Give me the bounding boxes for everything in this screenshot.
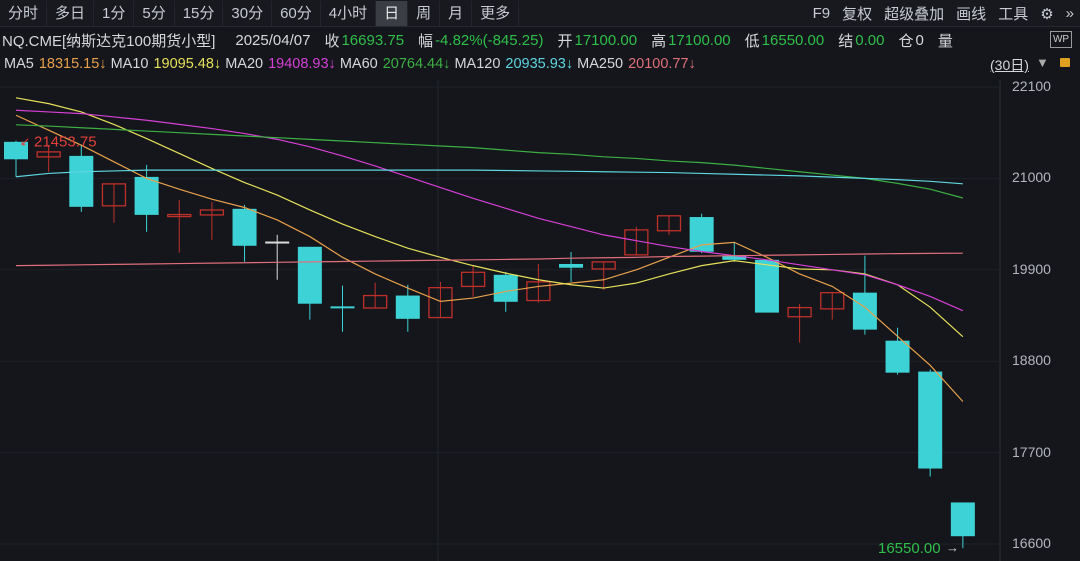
ma-legend-name: MA10 [110,56,149,72]
y-tick-label: 18800 [1012,352,1051,369]
expand-icon[interactable]: » [1060,5,1080,22]
ma-legend-value: 20935.93↓ [505,56,574,72]
y-tick-label: 19900 [1012,260,1051,277]
candle-body [950,502,975,537]
y-tick-label: 22100 [1012,78,1051,94]
tab-5[interactable]: 30分 [223,0,273,26]
candle-body [852,292,877,330]
candle-body [134,176,159,215]
tab-11[interactable]: 更多 [472,0,520,26]
quote-info-row: NQ.CME[纳斯达克100期货小型] 2025/04/07 收 16693.75… [0,28,1080,52]
candle-body [395,295,420,319]
candle-body [918,371,943,469]
tab-10[interactable]: 月 [440,0,473,26]
tab-3[interactable]: 5分 [134,0,175,26]
gear-icon[interactable]: ⚙ [1034,5,1059,23]
symbol-name: NQ.CME[纳斯达克100期货小型] [2,32,216,50]
candle-body [265,241,290,244]
oi-value: 0 [915,31,924,49]
tool-f9[interactable]: F9 [807,5,837,22]
ma-legend-value: 20764.44↓ [382,56,451,72]
tab-6[interactable]: 60分 [272,0,321,26]
candle-body [689,217,714,252]
ma-legend-value: 19095.48↓ [153,56,222,72]
y-tick-label: 21000 [1012,169,1051,186]
arrow-left-icon: ↙ [20,135,30,149]
max-price-label: 21453.75 [34,134,97,151]
ma-legend-name: MA20 [225,56,264,72]
high-value: 17100.00 [668,31,731,49]
volume-label: 量 [937,32,953,50]
tab-7[interactable]: 4小时 [321,0,377,26]
period-days-selector[interactable]: (30日) [990,55,1029,75]
quote-date: 2025/04/07 [235,31,311,49]
ma-legend-name: MA120 [454,56,501,72]
settle-value: 0.00 [855,31,885,49]
tool-draw[interactable]: 画线 [950,3,992,24]
candlestick-chart: 21453.75 ↙ 16550.00 → [0,80,1001,561]
open-value: 17100.00 [574,31,638,49]
ma-legend-name: MA250 [577,56,624,72]
lock-icon[interactable] [1060,58,1070,67]
tab-4[interactable]: 15分 [175,0,224,26]
wp-icon[interactable]: WP [1050,31,1072,48]
toolbar: F9 复权 超级叠加 画线 工具 ⚙ » [807,0,1080,27]
low-label: 低 [744,32,760,50]
open-label: 开 [557,32,573,50]
candle-body [559,263,584,268]
candle-body [330,306,355,309]
tab-1[interactable]: 多日 [47,0,95,26]
ma-legend-name: MA60 [339,56,378,72]
ma-line-ma5 [15,114,964,402]
settle-label: 结 [838,32,854,50]
candle-body [69,155,94,207]
candle-body [232,208,257,246]
candle-body [754,259,779,313]
ma-legend-value: 20100.77↓ [628,56,696,72]
tab-8[interactable]: 日 [376,0,409,26]
triangle-down-icon[interactable]: ▼ [1036,55,1049,70]
close-label: 收 [324,32,340,50]
tool-overlay[interactable]: 超级叠加 [878,3,950,24]
high-label: 高 [651,32,667,50]
y-tick-label: 16600 [1012,535,1051,551]
ma-legend-value: 19408.93↓ [268,56,336,72]
tool-tools[interactable]: 工具 [992,3,1034,24]
tab-2[interactable]: 1分 [94,0,135,26]
change-value: -4.82%(-845.25) [435,31,544,49]
arrow-right-icon: → [946,540,959,555]
ma-legend: MA5 18315.15↓ MA10 19095.48↓ MA20 19408.93↓ MA… [0,53,1080,75]
candle-body [297,246,322,304]
close-value: 16693.75 [341,31,405,49]
candle-body [885,340,910,373]
low-value: 16550.00 [761,31,825,49]
oi-label: 仓 [898,32,914,50]
y-tick-label: 17700 [1012,443,1051,460]
candle-body [493,274,518,302]
tab-0[interactable]: 分时 [0,0,48,26]
ma-line-ma250 [15,252,963,267]
ma-legend-name: MA5 [4,56,34,72]
min-price-label: 16550.00 [878,540,941,557]
ma-legend-value: 18315.15↓ [38,56,107,72]
tool-adjust[interactable]: 复权 [836,3,878,24]
tab-9[interactable]: 周 [408,0,441,26]
change-label: 幅 [418,32,434,50]
